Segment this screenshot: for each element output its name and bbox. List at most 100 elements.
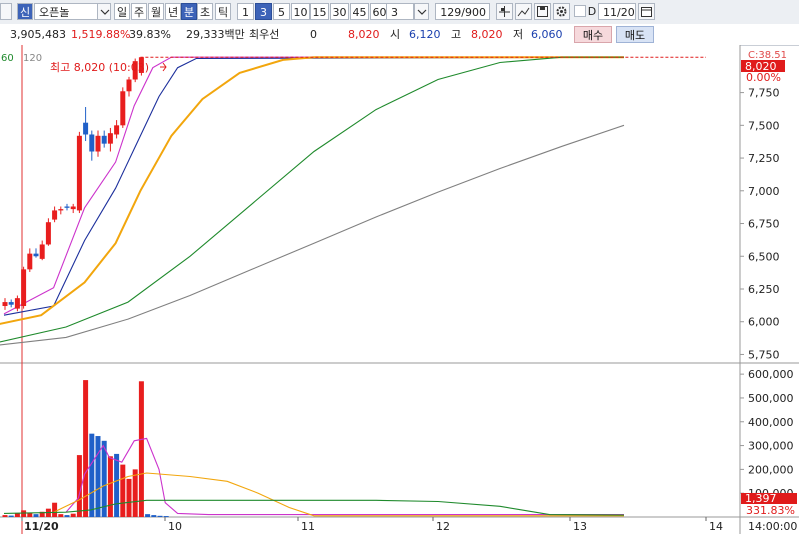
price-axis-label: 6,500 — [748, 250, 780, 263]
period-tab-6[interactable]: 틱 — [215, 3, 231, 20]
volume-bar — [8, 515, 14, 517]
stock-name-input[interactable]: 오픈놀 — [34, 3, 98, 20]
volume-bar — [2, 515, 8, 517]
price-axis-label: 7,250 — [748, 152, 780, 165]
volume-axis-label: 300,000 — [748, 440, 794, 453]
candle-body — [70, 206, 76, 210]
candle-body — [8, 302, 14, 305]
chart-toolbar: 신 오픈놀 일주월년분초틱 1 3 5 10 15 30 45 60 3 129/900 D … — [0, 0, 799, 25]
volume-bar — [126, 478, 132, 517]
date-input[interactable]: 11/20 — [598, 3, 636, 20]
legend-ma60: 60 — [1, 53, 14, 64]
interval-button-45[interactable]: 45 — [350, 3, 369, 20]
vol-ma-magenta-line — [65, 437, 624, 516]
data-count-input[interactable]: 129/900 — [435, 3, 490, 20]
volume-bar — [52, 502, 58, 517]
price-axis-label: 6,000 — [748, 316, 780, 329]
period-tab-1[interactable]: 주 — [131, 3, 147, 20]
candle-body — [114, 125, 120, 135]
dropdown-arrow-icon[interactable] — [0, 3, 12, 20]
time-axis-label: 13 — [573, 520, 587, 533]
price-axis-label: 6,750 — [748, 218, 780, 231]
volume-bar — [64, 515, 70, 517]
candle-body — [120, 91, 126, 126]
quote-bar: 3,905,483 1,519.88% 39.83% 29,333백만 최우선 … — [0, 24, 799, 46]
open-value: 6,120 — [409, 28, 441, 41]
volume-axis-label: 500,000 — [748, 392, 794, 405]
candle-body — [14, 298, 20, 309]
calendar-icon[interactable] — [638, 3, 655, 20]
change-rate-label: 0.00% — [746, 71, 781, 84]
candle-body — [39, 244, 45, 259]
interval-button-5[interactable]: 5 — [273, 3, 290, 20]
priority-value: 0 — [310, 28, 317, 41]
candle-body — [76, 135, 82, 211]
sell-button[interactable]: 매도 — [616, 26, 654, 43]
volume-bar — [132, 469, 138, 517]
price-axis-label: 7,500 — [748, 119, 780, 132]
stock-chart-svg[interactable]: 60 120 7,750 7,500 7,250 7,000 6,750 6,500 6,250… — [0, 45, 799, 534]
priority-label: 최우선 — [249, 28, 280, 41]
interval-button-3[interactable]: 3 — [255, 3, 272, 20]
volume-bar — [157, 515, 163, 517]
current-price: 8,020 — [348, 28, 380, 41]
low-value: 6,060 — [531, 28, 563, 41]
volume-bar — [114, 453, 120, 517]
price-axis-label: 6,250 — [748, 283, 780, 296]
candle-body — [21, 269, 27, 307]
interval-button-30[interactable]: 30 — [330, 3, 349, 20]
buy-button[interactable]: 매수 — [574, 26, 612, 43]
open-label: 시 — [390, 28, 401, 41]
candle-body — [58, 209, 64, 211]
volume-ratio: 1,519.88% — [71, 28, 131, 41]
volume-axis-label: 200,000 — [748, 463, 794, 476]
volume-bar — [89, 433, 95, 517]
period-tab-0[interactable]: 일 — [114, 3, 130, 20]
high-value: 8,020 — [471, 28, 503, 41]
date-checkbox[interactable] — [574, 5, 586, 17]
trade-amount: 29,333백만 — [186, 28, 245, 41]
time-axis-clock: 14:00:00 — [748, 520, 797, 533]
candle-body — [45, 222, 51, 245]
time-axis-label: 12 — [436, 520, 450, 533]
candle-body — [83, 122, 89, 135]
interval-dropdown-icon[interactable] — [414, 3, 429, 20]
volume-value: 3,905,483 — [10, 28, 66, 41]
candle-body — [101, 135, 107, 144]
volume-bar — [163, 516, 169, 518]
save-icon[interactable] — [534, 3, 551, 20]
code-badge: 신 — [17, 3, 33, 20]
volume-bar — [120, 464, 126, 517]
period-tab-5[interactable]: 초 — [197, 3, 213, 20]
price-axis-label: 7,750 — [748, 87, 780, 100]
high-annotation: 최고 8,020 (10:03) — [50, 61, 149, 74]
interval-button-1[interactable]: 1 — [237, 3, 254, 20]
candle-body — [95, 135, 101, 152]
low-label: 저 — [513, 28, 524, 41]
turnover-ratio: 39.83% — [129, 28, 171, 41]
price-axis-label: 5,750 — [748, 348, 780, 361]
interval-input[interactable]: 3 — [386, 3, 414, 20]
volume-bar — [101, 440, 107, 517]
period-tab-4[interactable]: 분 — [181, 3, 197, 20]
price-plot-area — [0, 45, 740, 363]
volume-axis-label: 600,000 — [748, 368, 794, 381]
stock-dropdown-icon[interactable] — [97, 3, 111, 20]
time-axis-label: 10 — [168, 520, 182, 533]
trend-tool-icon[interactable] — [515, 3, 532, 20]
candle-body — [64, 206, 70, 208]
interval-button-15[interactable]: 15 — [310, 3, 329, 20]
legend-ma120: 120 — [23, 53, 42, 64]
period-tab-2[interactable]: 월 — [148, 3, 164, 20]
time-axis-label: 14 — [709, 520, 723, 533]
chart-area[interactable]: 60 120 7,750 7,500 7,250 7,000 6,750 6,500 6,250… — [0, 45, 799, 534]
gear-icon[interactable] — [553, 3, 570, 20]
volume-bar — [70, 513, 76, 517]
crosshair-tool-icon[interactable] — [496, 3, 513, 20]
price-axis-label: 7,000 — [748, 185, 780, 198]
date-checkbox-label: D — [587, 5, 597, 18]
volume-ratio-label: 331.83% — [746, 504, 795, 517]
candle-body — [89, 134, 95, 152]
interval-button-10[interactable]: 10 — [291, 3, 310, 20]
period-tab-3[interactable]: 년 — [165, 3, 181, 20]
